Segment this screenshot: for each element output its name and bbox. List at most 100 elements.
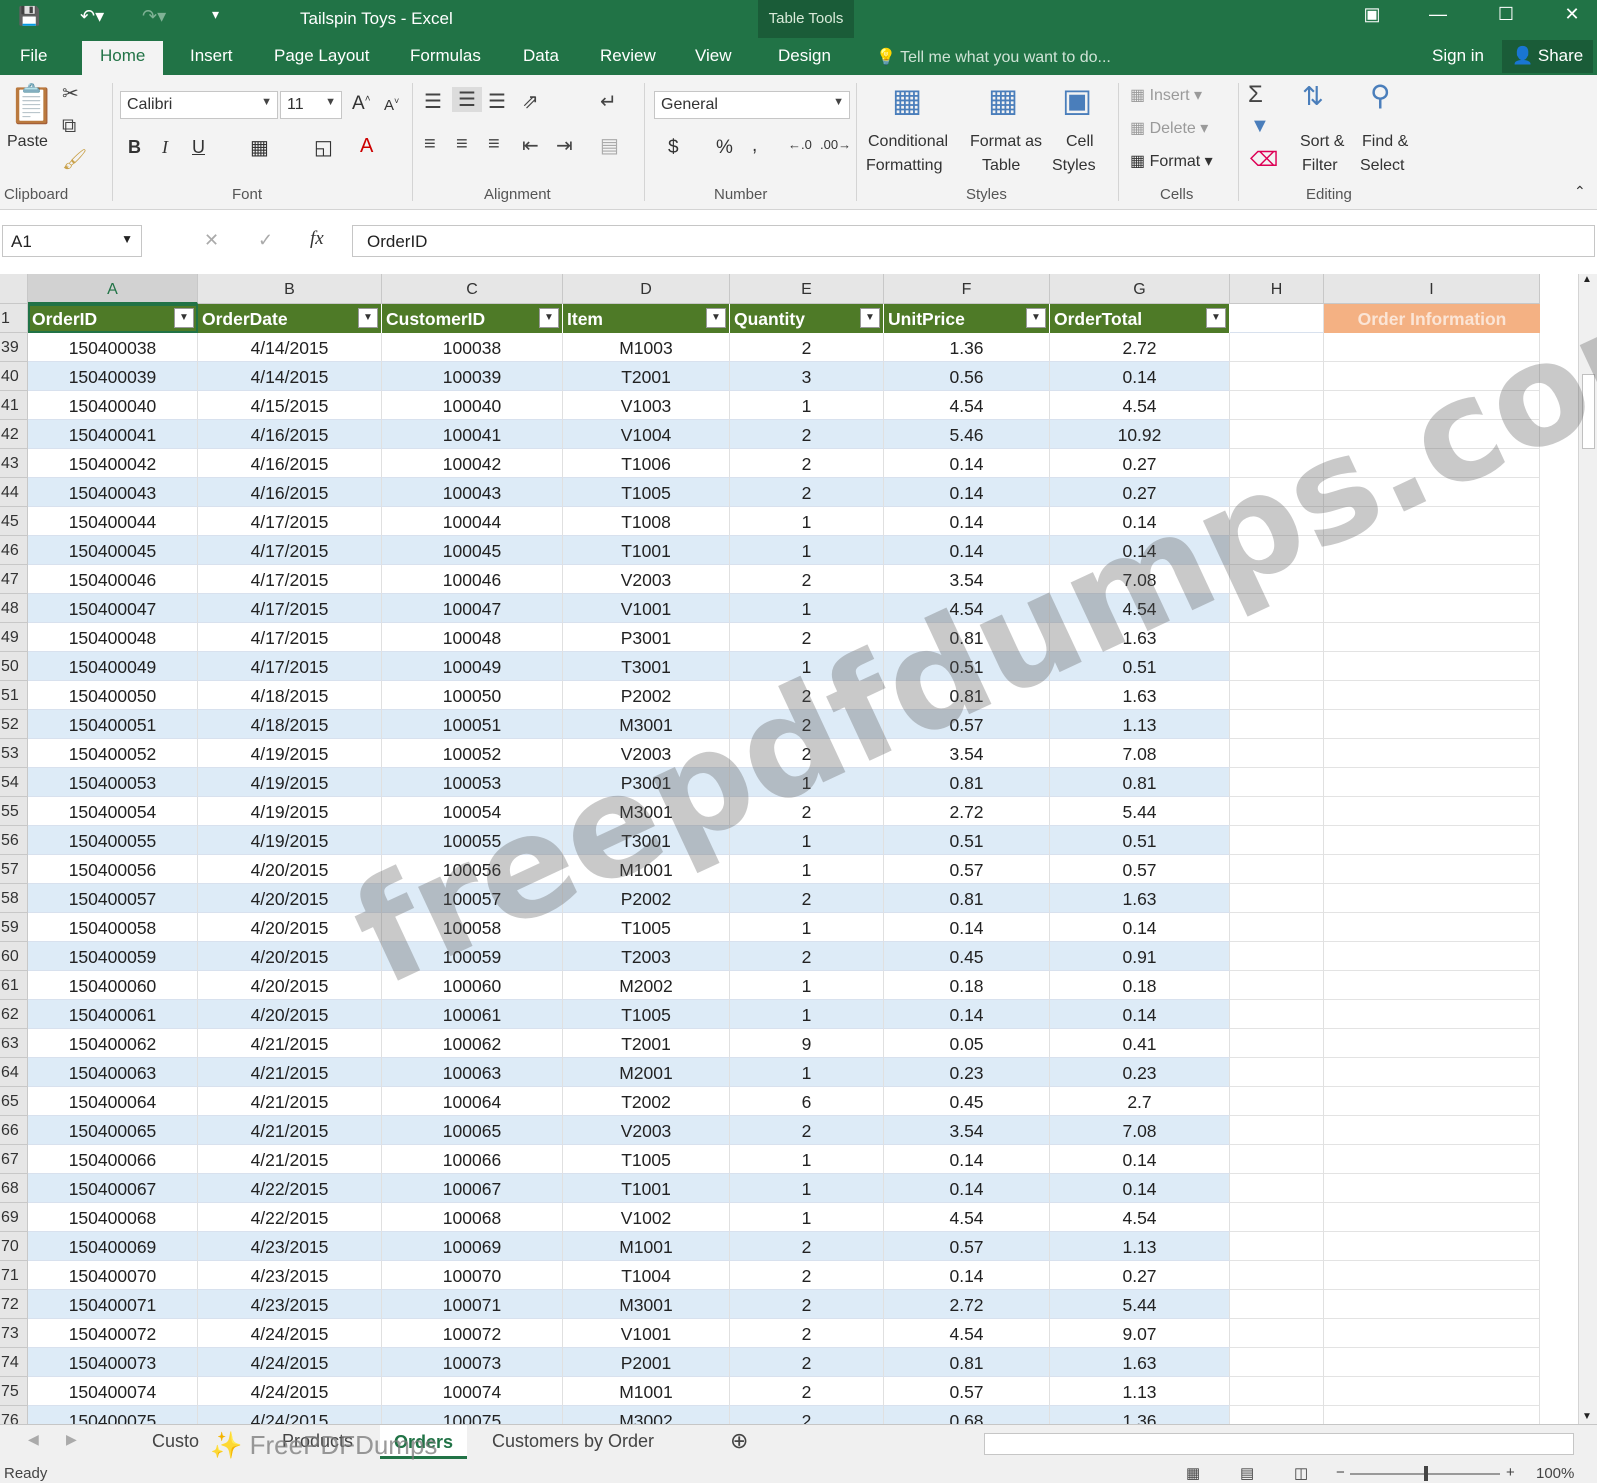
table-cell-quantity[interactable]: 2 bbox=[730, 739, 884, 768]
borders-icon[interactable]: ▦ bbox=[250, 135, 269, 160]
row-header[interactable]: 67 bbox=[0, 1145, 28, 1174]
grid-cell[interactable] bbox=[1230, 1290, 1324, 1319]
table-cell-orderid[interactable]: 150400073 bbox=[28, 1348, 198, 1377]
copy-icon[interactable]: ⧉ bbox=[62, 115, 76, 138]
table-cell-unitprice[interactable]: 0.14 bbox=[884, 1174, 1050, 1203]
table-cell-orderid[interactable]: 150400056 bbox=[28, 855, 198, 884]
column-header-col-c[interactable]: C bbox=[382, 274, 563, 304]
grid-cell[interactable] bbox=[1230, 449, 1324, 478]
grid-cell[interactable] bbox=[1230, 362, 1324, 391]
row-header[interactable]: 58 bbox=[0, 884, 28, 913]
table-cell-customerid[interactable]: 100055 bbox=[382, 826, 563, 855]
grid-cell[interactable] bbox=[1230, 1261, 1324, 1290]
table-cell-quantity[interactable]: 1 bbox=[730, 1203, 884, 1232]
row-header[interactable]: 1 bbox=[0, 304, 28, 333]
formula-input[interactable]: OrderID bbox=[352, 225, 1595, 257]
table-cell-orderid[interactable]: 150400047 bbox=[28, 594, 198, 623]
table-cell-orderid[interactable]: 150400069 bbox=[28, 1232, 198, 1261]
table-cell-orderdate[interactable]: 4/18/2015 bbox=[198, 681, 382, 710]
table-cell-orderid[interactable]: 150400066 bbox=[28, 1145, 198, 1174]
grid-cell[interactable] bbox=[1324, 507, 1540, 536]
table-cell-customerid[interactable]: 100043 bbox=[382, 478, 563, 507]
table-cell-orderid[interactable]: 150400039 bbox=[28, 362, 198, 391]
table-cell-orderid[interactable]: 150400068 bbox=[28, 1203, 198, 1232]
grid-cell[interactable] bbox=[1324, 1145, 1540, 1174]
share-button[interactable]: 👤 Share bbox=[1502, 40, 1594, 73]
row-header[interactable]: 48 bbox=[0, 594, 28, 623]
table-cell-orderid[interactable]: 150400048 bbox=[28, 623, 198, 652]
table-cell-unitprice[interactable]: 0.57 bbox=[884, 710, 1050, 739]
grid-cell[interactable] bbox=[1230, 478, 1324, 507]
grid-cell[interactable] bbox=[1230, 681, 1324, 710]
horizontal-scrollbar[interactable] bbox=[984, 1433, 1574, 1455]
new-sheet-icon[interactable]: ⊕ bbox=[730, 1428, 748, 1454]
table-cell-quantity[interactable]: 1 bbox=[730, 855, 884, 884]
grid-cell[interactable] bbox=[1324, 1174, 1540, 1203]
filter-dropdown-icon[interactable]: ▼ bbox=[1026, 308, 1046, 328]
table-cell-quantity[interactable]: 2 bbox=[730, 420, 884, 449]
grid-cell[interactable] bbox=[1230, 739, 1324, 768]
row-header[interactable]: 42 bbox=[0, 420, 28, 449]
table-cell-orderid[interactable]: 150400052 bbox=[28, 739, 198, 768]
table-cell-unitprice[interactable]: 0.05 bbox=[884, 1029, 1050, 1058]
page-layout-view-icon[interactable]: ▤ bbox=[1240, 1464, 1254, 1482]
table-cell-orderid[interactable]: 150400060 bbox=[28, 971, 198, 1000]
table-cell-orderdate[interactable]: 4/14/2015 bbox=[198, 333, 382, 362]
table-cell-orderid[interactable]: 150400057 bbox=[28, 884, 198, 913]
vertical-scrollbar[interactable]: ▲ ▼ bbox=[1578, 274, 1597, 1424]
delete-cells-button[interactable]: ▦ Delete ▾ bbox=[1130, 118, 1208, 138]
table-cell-customerid[interactable]: 100046 bbox=[382, 565, 563, 594]
wrap-text-icon[interactable]: ↵ bbox=[600, 89, 617, 114]
tab-design[interactable]: Design bbox=[778, 46, 831, 66]
table-cell-orderid[interactable]: 150400061 bbox=[28, 1000, 198, 1029]
tab-file[interactable]: File bbox=[20, 46, 47, 66]
font-size-select[interactable]: 11 ▼ bbox=[280, 91, 342, 119]
sort-filter-icon[interactable]: ⇅ bbox=[1302, 81, 1324, 112]
table-cell-customerid[interactable]: 100074 bbox=[382, 1377, 563, 1406]
table-cell-orderdate[interactable]: 4/20/2015 bbox=[198, 1000, 382, 1029]
table-cell-ordertotal[interactable]: 0.81 bbox=[1050, 768, 1230, 797]
column-header-col-h[interactable]: H bbox=[1230, 274, 1324, 304]
table-cell-customerid[interactable]: 100049 bbox=[382, 652, 563, 681]
conditional-formatting-label[interactable]: Conditional bbox=[868, 133, 948, 151]
sheet-tab-products[interactable]: Products bbox=[282, 1431, 353, 1452]
table-cell-orderdate[interactable]: 4/18/2015 bbox=[198, 710, 382, 739]
underline-icon[interactable]: U bbox=[192, 137, 205, 158]
name-box[interactable]: A1 ▼ bbox=[2, 225, 142, 257]
table-cell-ordertotal[interactable]: 1.36 bbox=[1050, 1406, 1230, 1424]
insert-cells-button[interactable]: ▦ Insert ▾ bbox=[1130, 85, 1202, 105]
format-as-table-icon[interactable]: ▦ bbox=[988, 81, 1018, 119]
grid-cell[interactable] bbox=[1230, 942, 1324, 971]
row-header[interactable]: 53 bbox=[0, 739, 28, 768]
font-name-select[interactable]: Calibri ▼ bbox=[120, 91, 278, 119]
filter-dropdown-icon[interactable]: ▼ bbox=[174, 308, 194, 328]
table-cell-customerid[interactable]: 100048 bbox=[382, 623, 563, 652]
increase-indent-icon[interactable]: ⇥ bbox=[556, 133, 573, 158]
table-cell-item[interactable]: T1004 bbox=[563, 1261, 730, 1290]
table-cell-ordertotal[interactable]: 9.07 bbox=[1050, 1319, 1230, 1348]
grid-cell[interactable] bbox=[1230, 855, 1324, 884]
table-cell-quantity[interactable]: 2 bbox=[730, 681, 884, 710]
table-cell-ordertotal[interactable]: 0.41 bbox=[1050, 1029, 1230, 1058]
table-cell-quantity[interactable]: 3 bbox=[730, 362, 884, 391]
table-cell-customerid[interactable]: 100060 bbox=[382, 971, 563, 1000]
cell-styles-label[interactable]: Cell bbox=[1066, 133, 1094, 151]
normal-view-icon[interactable]: ▦ bbox=[1186, 1464, 1200, 1482]
table-cell-ordertotal[interactable]: 1.13 bbox=[1050, 1232, 1230, 1261]
column-header-col-a[interactable]: A bbox=[28, 274, 198, 304]
table-cell-orderdate[interactable]: 4/23/2015 bbox=[198, 1232, 382, 1261]
table-cell-customerid[interactable]: 100039 bbox=[382, 362, 563, 391]
table-cell-quantity[interactable]: 2 bbox=[730, 1319, 884, 1348]
insert-function-icon[interactable]: fx bbox=[310, 228, 324, 250]
grid-cell[interactable] bbox=[1230, 1203, 1324, 1232]
grid-cell[interactable] bbox=[1230, 884, 1324, 913]
grid-cell[interactable] bbox=[1324, 536, 1540, 565]
table-header-customerid[interactable]: CustomerID ▼ bbox=[382, 304, 563, 333]
table-cell-customerid[interactable]: 100044 bbox=[382, 507, 563, 536]
row-header[interactable]: 74 bbox=[0, 1348, 28, 1377]
table-cell-item[interactable]: P3001 bbox=[563, 768, 730, 797]
grid-cell[interactable] bbox=[1324, 681, 1540, 710]
table-cell-quantity[interactable]: 2 bbox=[730, 1290, 884, 1319]
table-cell-ordertotal[interactable]: 1.63 bbox=[1050, 623, 1230, 652]
table-cell-orderid[interactable]: 150400064 bbox=[28, 1087, 198, 1116]
